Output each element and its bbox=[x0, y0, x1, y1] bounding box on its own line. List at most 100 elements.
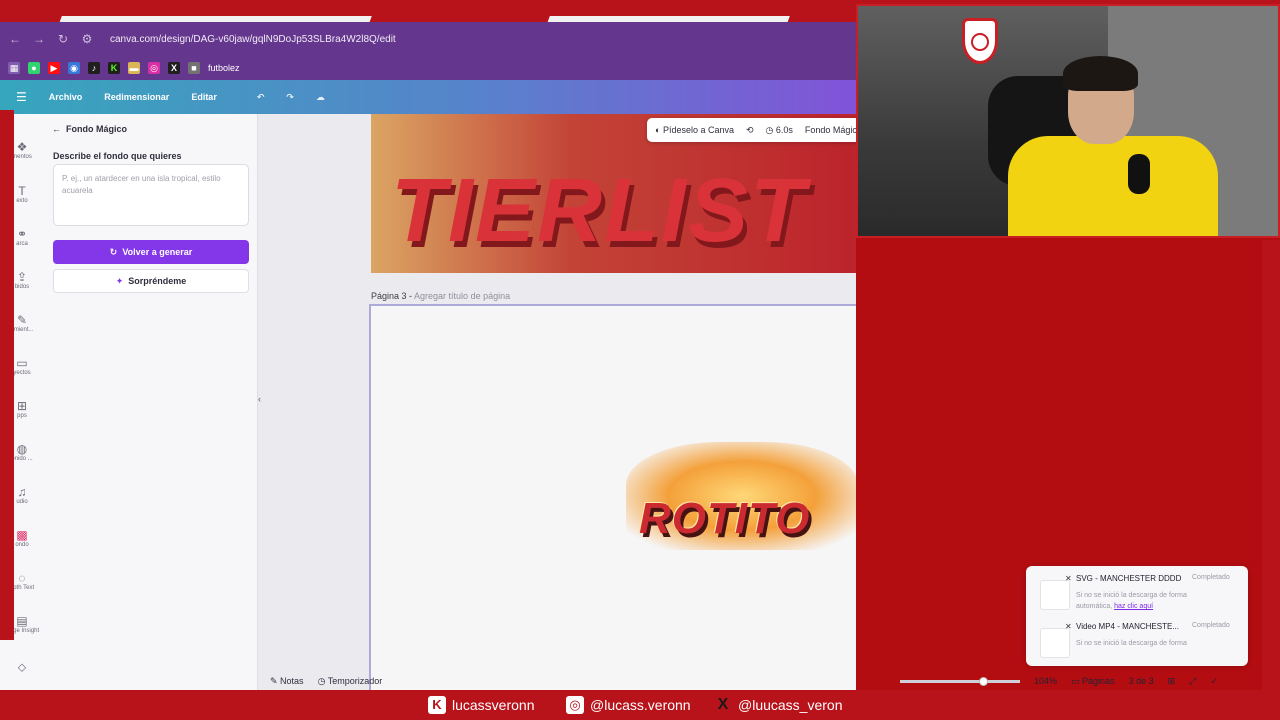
download-desc-text: Si no se inició la descarga de forma bbox=[1076, 640, 1187, 647]
panel-title: Fondo Mágico bbox=[66, 124, 128, 134]
download-thumbnail bbox=[1040, 628, 1070, 658]
download-link[interactable]: haz clic aquí bbox=[1114, 603, 1153, 610]
microphone bbox=[1128, 154, 1150, 194]
more-icon: ⬦ bbox=[17, 660, 27, 674]
magic-bg-label: Fondo Mágico bbox=[804, 124, 856, 135]
magic-bg-button[interactable]: Fondo Mágico ★ bbox=[805, 125, 856, 136]
instagram-handle: @lucass.veronn bbox=[590, 697, 691, 713]
menu-editar[interactable]: Editar bbox=[191, 92, 217, 102]
back-arrow-icon[interactable]: ← bbox=[52, 124, 61, 134]
undo-icon[interactable]: ↶ bbox=[257, 92, 265, 103]
logo-text[interactable]: ROTITO bbox=[639, 494, 810, 544]
hamburger-icon[interactable]: ☰ bbox=[16, 90, 27, 104]
ask-canva-label: Pídeselo a Canva bbox=[662, 125, 734, 135]
social-kick: K lucassveronn bbox=[428, 696, 535, 714]
regenerate-button[interactable]: ↻ Volver a generar bbox=[53, 240, 249, 264]
youtube-icon[interactable]: ▶ bbox=[48, 62, 60, 74]
prompt-label: Describe el fondo que quieres bbox=[53, 151, 182, 161]
canva-workspace: ❖ mentos Texto ⚭ arca ⇪ bidos ✎ amient... ▭ y… bbox=[0, 114, 856, 690]
download-title: SVG - MANCHESTER DDDD bbox=[1076, 574, 1182, 583]
url-text[interactable]: canva.com/design/DAG-v60jaw/gqlN9DoJp53S… bbox=[110, 34, 396, 45]
download-desc: Si no se inició la descarga de forma aut… bbox=[1076, 590, 1206, 612]
zoom-knob[interactable] bbox=[979, 676, 989, 686]
check-icon[interactable]: ✓ bbox=[1210, 676, 1218, 687]
whatsapp-icon[interactable]: ● bbox=[28, 62, 40, 74]
forward-icon[interactable]: → bbox=[32, 32, 46, 46]
streamer-shirt bbox=[1008, 136, 1218, 236]
page-title-placeholder: Agregar título de página bbox=[414, 291, 511, 301]
bottom-bar: ✎ Notas ◷ Temporizador bbox=[258, 670, 856, 690]
design-canvas: TIERLIST ◐ Pídeselo a Canva ⟲ ◷ 6.0s Fon… bbox=[266, 114, 856, 690]
instagram-icon: ◎ bbox=[566, 696, 584, 714]
x-icon: X bbox=[717, 696, 729, 713]
streamer-hair bbox=[1063, 56, 1138, 91]
pages-button[interactable]: ▭ Páginas bbox=[1071, 676, 1115, 687]
page-3-title[interactable]: Página 3 - Agregar título de página bbox=[371, 291, 510, 301]
bookmark-icon[interactable]: ■ bbox=[188, 62, 200, 74]
x-icon[interactable]: X bbox=[168, 62, 180, 74]
rail-item-more[interactable]: ⬦ bbox=[0, 660, 44, 674]
social-x: X @luucass_veron bbox=[714, 696, 843, 714]
close-icon[interactable]: ✕ bbox=[1065, 574, 1072, 583]
zoom-value[interactable]: 104% bbox=[1034, 676, 1057, 686]
download-thumbnail bbox=[1040, 580, 1070, 610]
close-icon[interactable]: ✕ bbox=[1065, 622, 1072, 631]
refresh-icon: ↻ bbox=[109, 247, 118, 257]
tiktok-icon[interactable]: ♪ bbox=[88, 62, 100, 74]
ask-canva-button[interactable]: ◐ Pídeselo a Canva bbox=[655, 125, 734, 135]
canva-toolbar: ☰ Archivo Redimensionar Editar ↶ ↷ ☁ bbox=[0, 80, 856, 114]
page-count: 3 de 3 bbox=[1128, 676, 1154, 686]
webcam-feed bbox=[856, 4, 1280, 238]
kick-icon: K bbox=[428, 696, 446, 714]
frame-right-edge bbox=[1262, 240, 1280, 690]
page-2-thumbnail[interactable]: TIERLIST ◐ Pídeselo a Canva ⟲ ◷ 6.0s Fon… bbox=[371, 114, 856, 273]
surprise-label: Sorpréndeme bbox=[128, 276, 187, 286]
page-3-label: Página 3 - bbox=[371, 291, 415, 301]
timer-label: Temporizador bbox=[327, 675, 383, 686]
chrome-icon[interactable]: ◉ bbox=[68, 62, 80, 74]
panel-header: ← Fondo Mágico bbox=[52, 124, 127, 134]
frame-left-edge bbox=[0, 110, 14, 640]
download-status: Completado bbox=[1192, 574, 1230, 581]
bookmarks-bar: ▦ ● ▶ ◉ ♪ K ▬ ◎ X ■ futbolez bbox=[0, 56, 856, 80]
magic-background-panel: ← Fondo Mágico Describe el fondo que qui… bbox=[44, 114, 258, 690]
folder-icon[interactable]: ▬ bbox=[128, 62, 140, 74]
zoom-slider[interactable] bbox=[900, 676, 1020, 686]
page-3[interactable]: ROTITO bbox=[369, 304, 856, 690]
context-toolbar: ◐ Pídeselo a Canva ⟲ ◷ 6.0s Fondo Mágico… bbox=[647, 118, 856, 142]
notes-button[interactable]: ✎ Notas bbox=[270, 676, 304, 687]
site-settings-icon[interactable]: ⚙ bbox=[80, 32, 94, 46]
regenerate-label: Volver a generar bbox=[122, 247, 193, 257]
kick-icon[interactable]: K bbox=[108, 62, 120, 74]
pages-label: Páginas bbox=[1082, 675, 1115, 686]
notes-label: Notas bbox=[280, 675, 304, 686]
apps-grid-icon[interactable]: ▦ bbox=[8, 62, 20, 74]
download-title: Video MP4 - MANCHESTE... bbox=[1076, 622, 1179, 631]
menu-archivo[interactable]: Archivo bbox=[49, 92, 83, 102]
prompt-textarea[interactable]: P. ej., un atardecer en una isla tropica… bbox=[53, 164, 249, 226]
download-toast: ✕ SVG - MANCHESTER DDDD Completado Si no… bbox=[1026, 566, 1248, 666]
stream-screen: ← → ↻ ⚙ canva.com/design/DAG-v60jaw/gqlN… bbox=[0, 0, 1280, 720]
club-crest-logo bbox=[962, 18, 998, 64]
replace-icon[interactable]: ⟲ bbox=[746, 125, 754, 136]
back-icon[interactable]: ← bbox=[8, 32, 22, 46]
instagram-icon[interactable]: ◎ bbox=[148, 62, 160, 74]
surprise-button[interactable]: ✦ Sorpréndeme bbox=[53, 269, 249, 293]
social-footer: K lucassveronn ◎ @lucass.veronn X @luuca… bbox=[0, 690, 1280, 720]
x-handle: @luucass_veron bbox=[738, 697, 843, 713]
duration-label: 6.0s bbox=[775, 124, 793, 135]
download-status: Completado bbox=[1192, 622, 1230, 629]
browser-window: ← → ↻ ⚙ canva.com/design/DAG-v60jaw/gqlN… bbox=[0, 22, 856, 690]
grid-view-icon[interactable]: ⊞ bbox=[1168, 676, 1176, 687]
collapse-panel-icon[interactable]: ‹ bbox=[258, 394, 266, 418]
fullscreen-icon[interactable]: ⤢ bbox=[1189, 676, 1196, 687]
menu-redimensionar[interactable]: Redimensionar bbox=[104, 92, 169, 102]
redo-icon[interactable]: ↷ bbox=[286, 92, 294, 103]
bookmark-label[interactable]: futbolez bbox=[208, 63, 240, 73]
reload-icon[interactable]: ↻ bbox=[56, 32, 70, 46]
download-desc: Si no se inició la descarga de forma bbox=[1076, 638, 1206, 649]
timer-button[interactable]: ◷ Temporizador bbox=[318, 676, 383, 687]
duration-button[interactable]: ◷ 6.0s bbox=[766, 125, 793, 136]
cloud-save-icon[interactable]: ☁ bbox=[316, 92, 325, 103]
bottom-bar-right: 104% ▭ Páginas 3 de 3 ⊞ ⤢ ✓ bbox=[900, 670, 1260, 692]
